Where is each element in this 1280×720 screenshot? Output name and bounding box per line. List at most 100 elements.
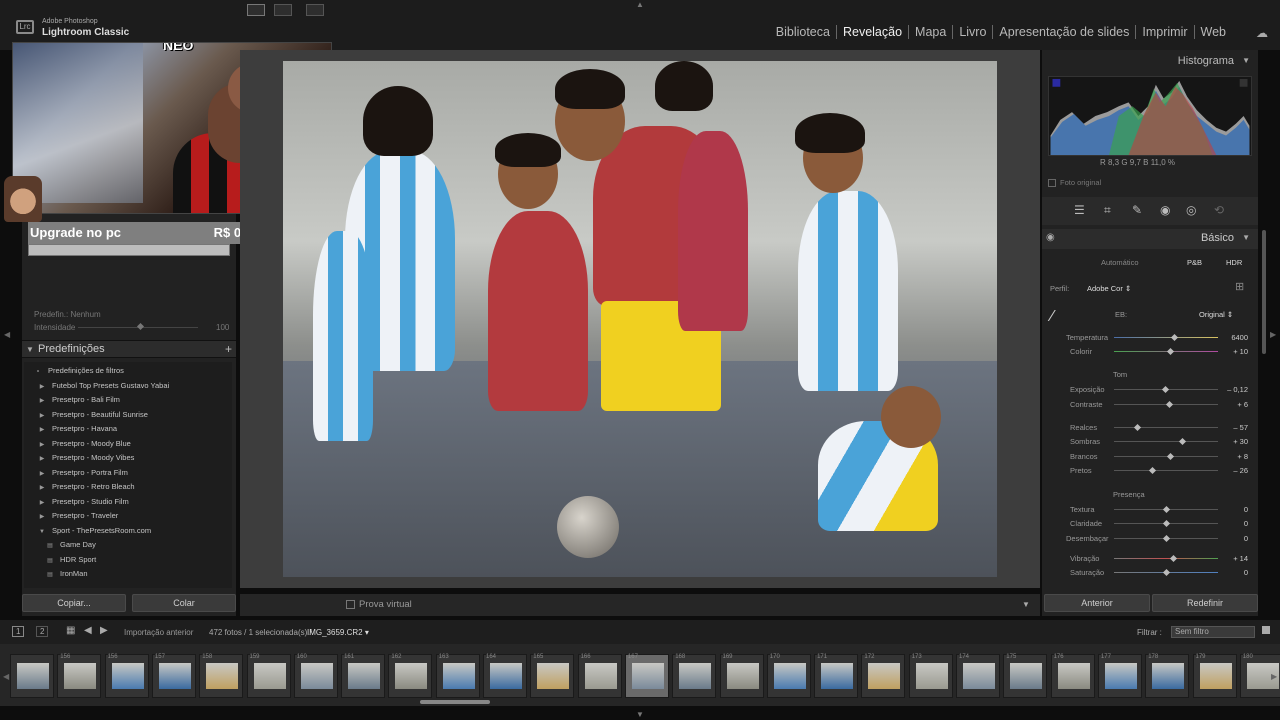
slider-value[interactable]: + 6	[1218, 400, 1248, 409]
filmstrip-thumbnail[interactable]: 171	[814, 654, 859, 698]
slider-value[interactable]: 0	[1218, 505, 1248, 514]
histogram-header[interactable]: Histograma ▼	[1042, 50, 1258, 72]
module-4[interactable]: Apresentação de slides	[992, 25, 1135, 39]
slider-track[interactable]	[1114, 441, 1218, 442]
masking-icon[interactable]: ◎	[1186, 203, 1196, 217]
preset-item[interactable]: ⚬ Predefinições de filtros	[24, 366, 123, 375]
grid-view-icon[interactable]: ▦	[66, 625, 75, 636]
profile-browser-icon[interactable]: ⊞	[1235, 280, 1244, 293]
filmstrip-thumbnail[interactable]: 165	[530, 654, 575, 698]
treatment-bw[interactable]: P&B	[1187, 258, 1202, 267]
filmstrip-thumbnail[interactable]: 169	[719, 654, 764, 698]
healing-icon[interactable]: ✎	[1132, 203, 1142, 217]
slider-track[interactable]	[1114, 558, 1218, 559]
preset-item[interactable]: ▶ Presetpro - Studio Film	[24, 497, 129, 506]
copy-button[interactable]: Copiar...	[22, 594, 126, 612]
reset-button[interactable]: Redefinir	[1152, 594, 1258, 612]
back-arrow-icon[interactable]: ◀	[84, 625, 92, 636]
filmstrip-thumbnail[interactable]: 158	[199, 654, 244, 698]
preset-item[interactable]: ▶ Presetpro - Moody Blue	[24, 439, 131, 448]
filmstrip-thumbnail[interactable]: 167	[624, 654, 669, 698]
highlight-clip-icon[interactable]	[1239, 78, 1248, 87]
filmstrip-thumbnail[interactable]: 176	[1050, 654, 1095, 698]
filmstrip-thumbnail[interactable]: 172	[861, 654, 906, 698]
collapse-triangle-icon[interactable]: ▼	[26, 345, 34, 354]
treatment-auto[interactable]: Automático	[1101, 258, 1139, 267]
preset-item[interactable]: ▶ Presetpro - Retro Bleach	[24, 482, 135, 491]
paste-button[interactable]: Colar	[132, 594, 236, 612]
filmstrip-thumbnail[interactable]: 168	[672, 654, 717, 698]
slider-track[interactable]	[1114, 427, 1218, 428]
slider-track[interactable]	[1114, 470, 1218, 471]
slider-value[interactable]: – 0,12	[1218, 385, 1248, 394]
module-1[interactable]: Revelação	[835, 25, 908, 39]
wb-dropdown[interactable]: Original ⇕	[1199, 310, 1233, 319]
preset-item[interactable]: ▶ Presetpro - Traveler	[24, 511, 119, 520]
filmstrip-left-icon[interactable]: ◀	[3, 672, 9, 681]
filmstrip-thumbnail[interactable]: 170	[766, 654, 811, 698]
collapse-bottom-icon[interactable]: ▼	[636, 710, 644, 719]
filmstrip-scrollbar[interactable]	[420, 700, 490, 704]
slider-value[interactable]: + 8	[1218, 452, 1248, 461]
filmstrip-thumbnail[interactable]: 166	[577, 654, 622, 698]
slider-value[interactable]: 0	[1218, 534, 1248, 543]
view-main-button[interactable]: 1	[12, 626, 25, 637]
original-photo-checkbox[interactable]	[1048, 179, 1056, 187]
slider-value[interactable]: – 57	[1218, 423, 1248, 432]
filmstrip-thumbnail[interactable]: 156	[104, 654, 149, 698]
preset-item[interactable]: ▶ Futebol Top Presets Gustavo Yabai	[24, 381, 169, 390]
edit-sliders-icon[interactable]: ☰	[1074, 203, 1085, 217]
filmstrip-thumbnail[interactable]: 156	[57, 654, 102, 698]
view-secondary-button[interactable]: 2	[36, 626, 49, 637]
collapse-triangle-icon[interactable]: ▼	[1242, 56, 1250, 65]
loupe-view-icon[interactable]	[247, 4, 265, 16]
preset-item[interactable]: ▤ IronMan	[24, 569, 87, 578]
collapse-top-icon[interactable]: ▲	[636, 0, 644, 9]
navigator-preview[interactable]	[28, 244, 230, 256]
white-balance-eyedropper-icon[interactable]: ⁄	[1051, 308, 1054, 326]
crop-icon[interactable]: ⌗	[1104, 203, 1111, 218]
filmstrip-thumbnail[interactable]: 175	[1003, 654, 1048, 698]
presets-header[interactable]: ▼ Predefinições +	[22, 340, 236, 358]
slider-value[interactable]: – 26	[1218, 466, 1248, 475]
slider-value[interactable]: + 10	[1218, 347, 1248, 356]
preset-item[interactable]: ▤ HDR Sport	[24, 555, 96, 564]
red-eye-icon[interactable]: ◉	[1160, 203, 1170, 217]
before-after-icon[interactable]	[274, 4, 292, 16]
filmstrip-right-icon[interactable]: ▶	[1271, 672, 1277, 681]
filmstrip-thumbnail[interactable]: 162	[388, 654, 433, 698]
visibility-eye-icon[interactable]: ◉	[1046, 232, 1055, 243]
filter-dropdown[interactable]: Sem filtro	[1171, 626, 1255, 638]
compare-view-icon[interactable]	[306, 4, 324, 16]
source-label[interactable]: Importação anterior	[124, 628, 193, 637]
preset-item[interactable]: ▶ Presetpro - Beautiful Sunrise	[24, 410, 148, 419]
preset-item[interactable]: ▶ Presetpro - Portra Film	[24, 468, 128, 477]
filmstrip-thumbnail[interactable]: 164	[483, 654, 527, 698]
forward-arrow-icon[interactable]: ▶	[100, 625, 108, 636]
transform-icon[interactable]: ⟲	[1214, 203, 1224, 217]
slider-value[interactable]: + 30	[1218, 437, 1248, 446]
filter-lock-icon[interactable]	[1262, 626, 1270, 634]
slider-track[interactable]	[1114, 337, 1218, 338]
filmstrip-thumbnail[interactable]	[10, 654, 54, 698]
slider-value[interactable]: + 14	[1218, 554, 1248, 563]
collapse-triangle-icon[interactable]: ▼	[1242, 233, 1250, 242]
cloud-icon[interactable]: ☁	[1256, 26, 1268, 40]
filmstrip-thumbnail[interactable]: 179	[1192, 654, 1237, 698]
preset-item[interactable]: ▤ Game Day	[24, 540, 96, 549]
module-6[interactable]: Web	[1193, 25, 1232, 39]
filename-dropdown[interactable]: IMG_3659.CR2 ▾	[307, 628, 369, 637]
toolbar-dropdown-icon[interactable]: ▼	[1022, 600, 1030, 609]
right-panel-scrollbar[interactable]	[1262, 230, 1266, 354]
module-5[interactable]: Imprimir	[1135, 25, 1193, 39]
filmstrip-thumbnail[interactable]: 157	[151, 654, 196, 698]
previous-button[interactable]: Anterior	[1044, 594, 1150, 612]
photo-preview[interactable]	[283, 61, 997, 577]
add-preset-button[interactable]: +	[225, 342, 232, 356]
right-panel-collapse-icon[interactable]: ▶	[1270, 330, 1276, 339]
left-panel-collapse-icon[interactable]: ◀	[4, 330, 10, 339]
filmstrip-thumbnail[interactable]: 177	[1097, 654, 1142, 698]
filmstrip-thumbnail[interactable]: 161	[341, 654, 386, 698]
filmstrip-thumbnail[interactable]: 163	[435, 654, 480, 698]
filmstrip-thumbnail[interactable]: 173	[908, 654, 953, 698]
